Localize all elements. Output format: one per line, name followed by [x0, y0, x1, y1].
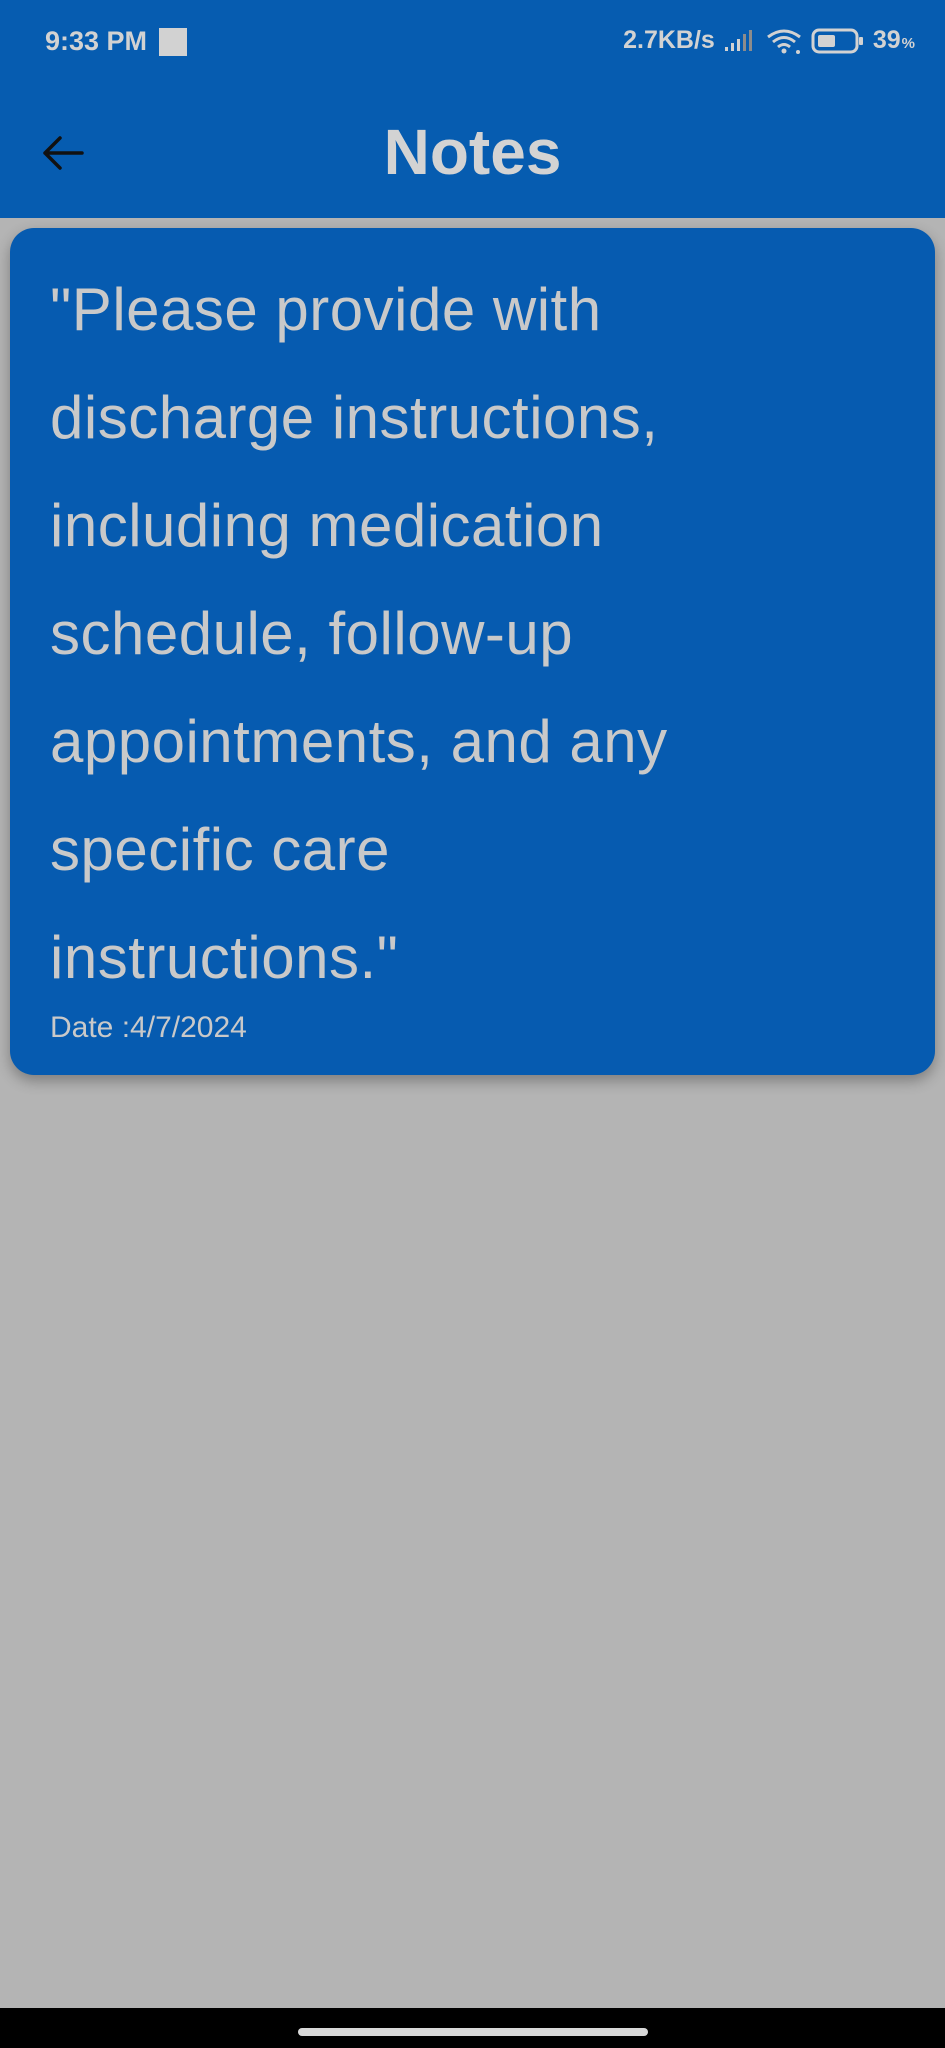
status-time: 9:33 PM [45, 26, 148, 56]
note-date-value: 4/7/2024 [130, 1011, 247, 1044]
status-bar: 9:33 PM 2.7KB/s 39 % [0, 0, 945, 88]
signal-icon [723, 29, 757, 53]
note-text: "Please provide with discharge instructi… [50, 276, 668, 991]
status-left: 9:33 PM [45, 26, 188, 57]
notification-square-icon [159, 27, 188, 56]
battery-unit: % [901, 35, 915, 52]
battery-icon [811, 28, 865, 54]
page-title: Notes [383, 116, 562, 188]
home-indicator[interactable] [298, 2028, 648, 2036]
note-date: Date :4/7/2024 [50, 1011, 247, 1045]
note-date-label: Date : [50, 1011, 131, 1044]
battery-level: 39 [872, 26, 901, 54]
note-card[interactable]: "Please provide with discharge instructi… [10, 228, 935, 1075]
network-speed: 2.7KB/s [623, 26, 715, 54]
status-right: 2.7KB/s 39 % [615, 26, 915, 55]
navigation-bar [0, 2008, 945, 2048]
battery-percent: 39% [873, 26, 915, 55]
app-bar: Notes [0, 88, 945, 218]
wifi-icon [765, 27, 803, 55]
